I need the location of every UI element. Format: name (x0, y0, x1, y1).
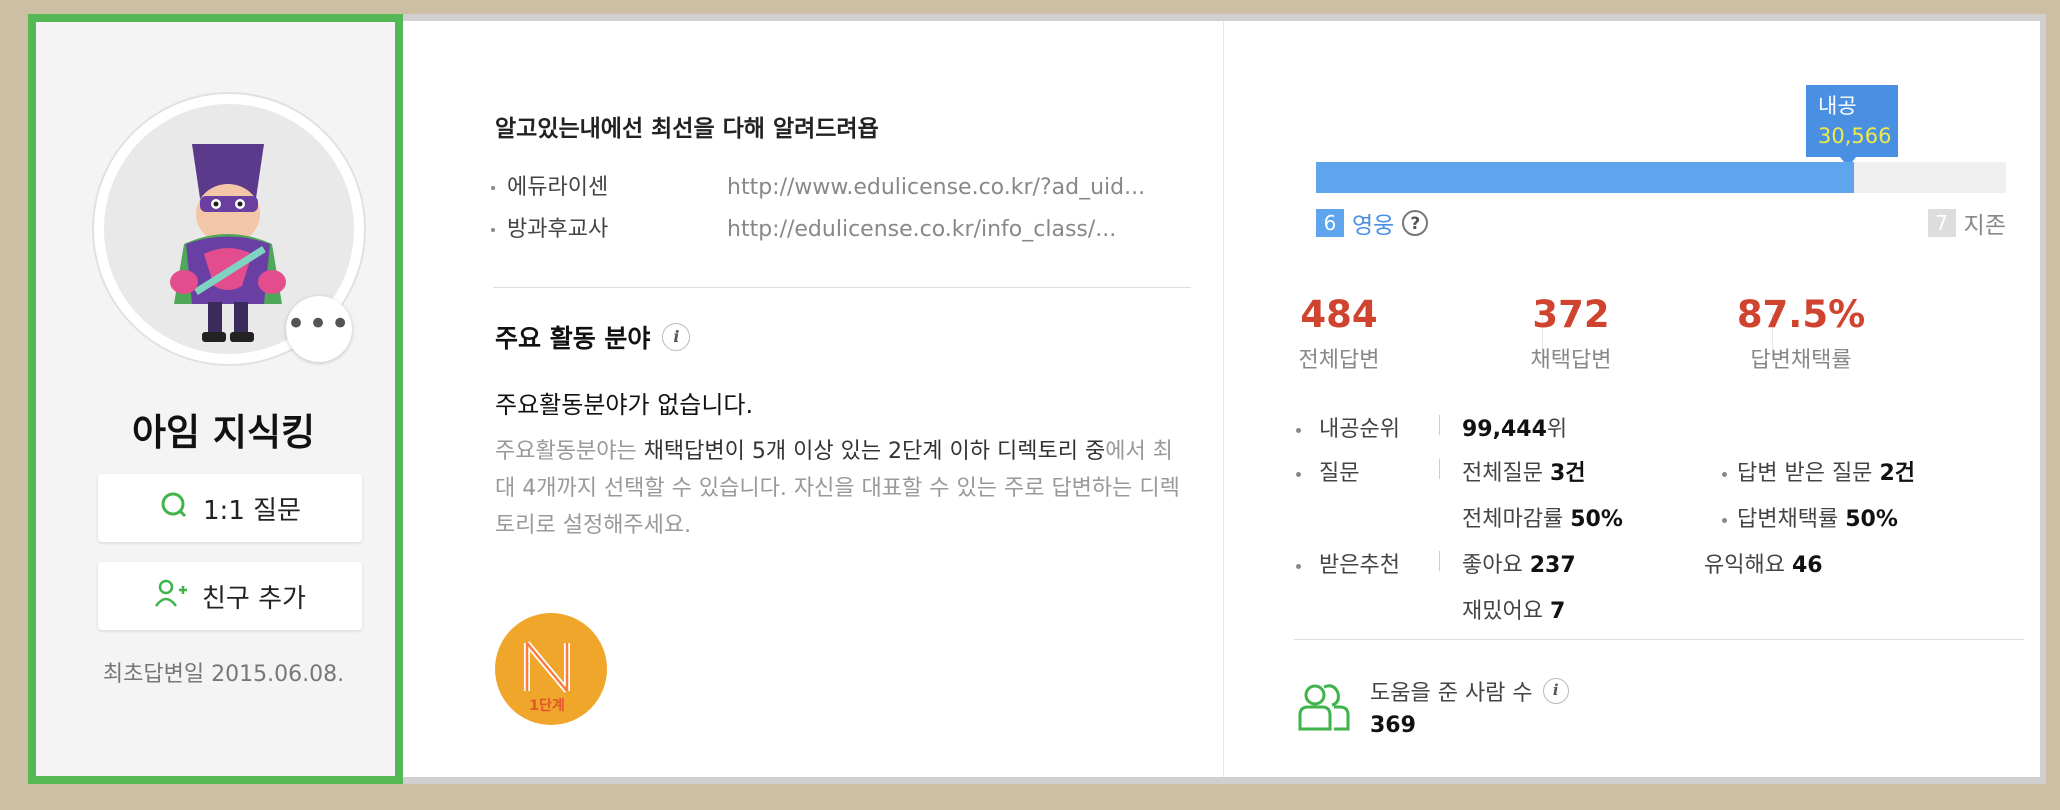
helped-people-value: 369 (1370, 713, 1416, 738)
link-url[interactable]: http://edulicense.co.kr/info_class/... (727, 217, 1116, 242)
stat-label: 전체답변 (1298, 348, 1380, 373)
stat-label: 채택답변 (1530, 348, 1612, 373)
question-1to1-button[interactable]: 1:1 질문 (98, 474, 362, 542)
stat-adopt-rate: 87.5% 답변채택률 (1686, 293, 1916, 374)
bullet (1722, 471, 1727, 477)
total-questions-label: 전체질문 (1462, 461, 1543, 486)
answered-questions-value: 2건 (1879, 461, 1915, 486)
tooltip-label: 내공 (1818, 94, 1857, 118)
question-1to1-label: 1:1 질문 (203, 495, 301, 526)
stat-label: 답변채택률 (1750, 348, 1852, 373)
help-icon[interactable]: ? (1402, 210, 1429, 236)
divider (1294, 639, 2024, 640)
link-name: 방과후교사 (507, 217, 609, 242)
activity-description: 주요활동분야는 채택답변이 5개 이상 있는 2단계 이하 디렉토리 중에서 최… (495, 433, 1185, 544)
rank-row: 내공순위 (1296, 411, 1400, 443)
close-rate: 전체마감률 50% (1462, 501, 1623, 533)
question-adopt-rate-value: 50% (1845, 507, 1898, 532)
stat-value: 484 (1300, 293, 1378, 336)
question-icon (159, 490, 189, 527)
current-level-num: 6 (1316, 209, 1344, 237)
divider (1439, 551, 1440, 571)
naegong-tooltip: 내공 30,566 (1806, 85, 1898, 167)
level-progress-bar (1316, 162, 2006, 193)
rank-unit: 위 (1546, 417, 1568, 442)
people-icon (1294, 681, 1354, 737)
stats-section: 내공 30,566 6 영웅 ? 7 지존 484 전체답변 372 채택답변 … (1223, 21, 2040, 777)
like-value: 237 (1529, 553, 1576, 578)
next-level: 7 지존 (1927, 206, 2006, 240)
question-adopt-rate: 답변채택률 50% (1722, 501, 1898, 533)
tooltip-value: 30,566 (1818, 124, 1892, 148)
link-url[interactable]: http://www.edulicense.co.kr/?ad_uid... (727, 175, 1145, 200)
stat-value: 372 (1532, 293, 1610, 336)
recommendation-row: 받은추천 (1296, 547, 1400, 579)
desc-prefix: 주요활동분야는 (495, 439, 644, 464)
question-adopt-rate-label: 답변채택률 (1737, 507, 1839, 532)
rank-value: 99,444위 (1462, 411, 1567, 443)
stat-adopted-answers: 372 채택답변 (1456, 293, 1686, 374)
helped-label-text: 도움을 준 사람 수 (1370, 681, 1533, 706)
first-answer-date: 최초답변일 2015.06.08. (102, 662, 345, 687)
divider (493, 287, 1191, 288)
divider (1439, 415, 1440, 435)
total-questions: 전체질문 3건 (1462, 455, 1586, 487)
activity-title-text: 주요 활동 분야 (495, 324, 651, 353)
bullet (1296, 471, 1301, 477)
add-friend-label: 친구 추가 (202, 583, 306, 614)
total-questions-value: 3건 (1549, 461, 1586, 486)
intro-section: 알고있는내에선 최선을 다해 알려드려욥 에듀라이센 http://www.edu… (403, 21, 1223, 777)
divider (1439, 459, 1440, 479)
link-name: 에듀라이센 (507, 175, 609, 200)
recommendation-label: 받은추천 (1319, 553, 1400, 578)
question-label: 질문 (1319, 461, 1360, 486)
bullet (1722, 517, 1727, 523)
badge-label: 1단계 (529, 697, 565, 714)
link-item[interactable]: 방과후교사 http://edulicense.co.kr/info_class/… (491, 211, 1116, 243)
fun-value: 7 (1549, 599, 1566, 624)
add-friend-button[interactable]: 친구 추가 (98, 562, 362, 630)
info-icon[interactable]: i (1542, 678, 1569, 704)
useful-count: 유익해요 46 (1704, 547, 1823, 579)
next-level-name: 지존 (1963, 213, 2006, 239)
close-rate-value: 50% (1570, 507, 1623, 532)
stat-total-answers: 484 전체답변 (1224, 293, 1454, 374)
useful-label: 유익해요 (1704, 553, 1785, 578)
add-friend-icon (154, 578, 188, 615)
answered-questions: 답변 받은 질문 2건 (1722, 455, 1915, 487)
stat-value: 87.5% (1736, 293, 1866, 336)
desc-highlight: 채택답변이 5개 이상 있는 2단계 이하 디렉토리 중 (643, 439, 1106, 464)
rank-label: 내공순위 (1319, 417, 1400, 442)
bullet (1296, 563, 1301, 569)
profile-card: ••• 아임 지식킹 1:1 질문 친구 추가 최초답변일 2015.06.08… (28, 14, 2046, 784)
current-level-name: 영웅 (1352, 213, 1395, 239)
activity-title: 주요 활동 분야 i (495, 319, 691, 355)
helped-people-label: 도움을 준 사람 수 i (1370, 675, 1569, 707)
nickname: 아임 지식킹 (131, 411, 316, 454)
activity-none-text: 주요활동분야가 없습니다. (495, 391, 754, 419)
like-count: 좋아요 237 (1462, 547, 1576, 579)
bullet (1296, 427, 1301, 433)
useful-value: 46 (1791, 553, 1823, 578)
link-item[interactable]: 에듀라이센 http://www.edulicense.co.kr/?ad_uid… (491, 169, 1145, 201)
bullet (491, 186, 495, 190)
intro-text: 알고있는내에선 최선을 다해 알려드려욥 (495, 116, 879, 142)
close-rate-label: 전체마감률 (1462, 507, 1564, 532)
current-level: 6 영웅 ? (1316, 206, 1429, 240)
like-label: 좋아요 (1462, 553, 1523, 578)
bullet (491, 228, 495, 232)
rank-number: 99,444 (1462, 417, 1547, 442)
fun-label: 재밌어요 (1462, 599, 1543, 624)
more-options-button[interactable]: ••• (286, 296, 352, 362)
answered-questions-label: 답변 받은 질문 (1737, 461, 1873, 486)
level-badge-icon: 1단계 (495, 613, 607, 725)
profile-panel: ••• 아임 지식킹 1:1 질문 친구 추가 최초답변일 2015.06.08… (28, 14, 403, 784)
fun-count: 재밌어요 7 (1462, 593, 1565, 625)
info-icon[interactable]: i (662, 323, 691, 351)
question-row: 질문 (1296, 455, 1359, 487)
level-progress-fill (1316, 162, 1855, 193)
next-level-num: 7 (1927, 209, 1956, 237)
